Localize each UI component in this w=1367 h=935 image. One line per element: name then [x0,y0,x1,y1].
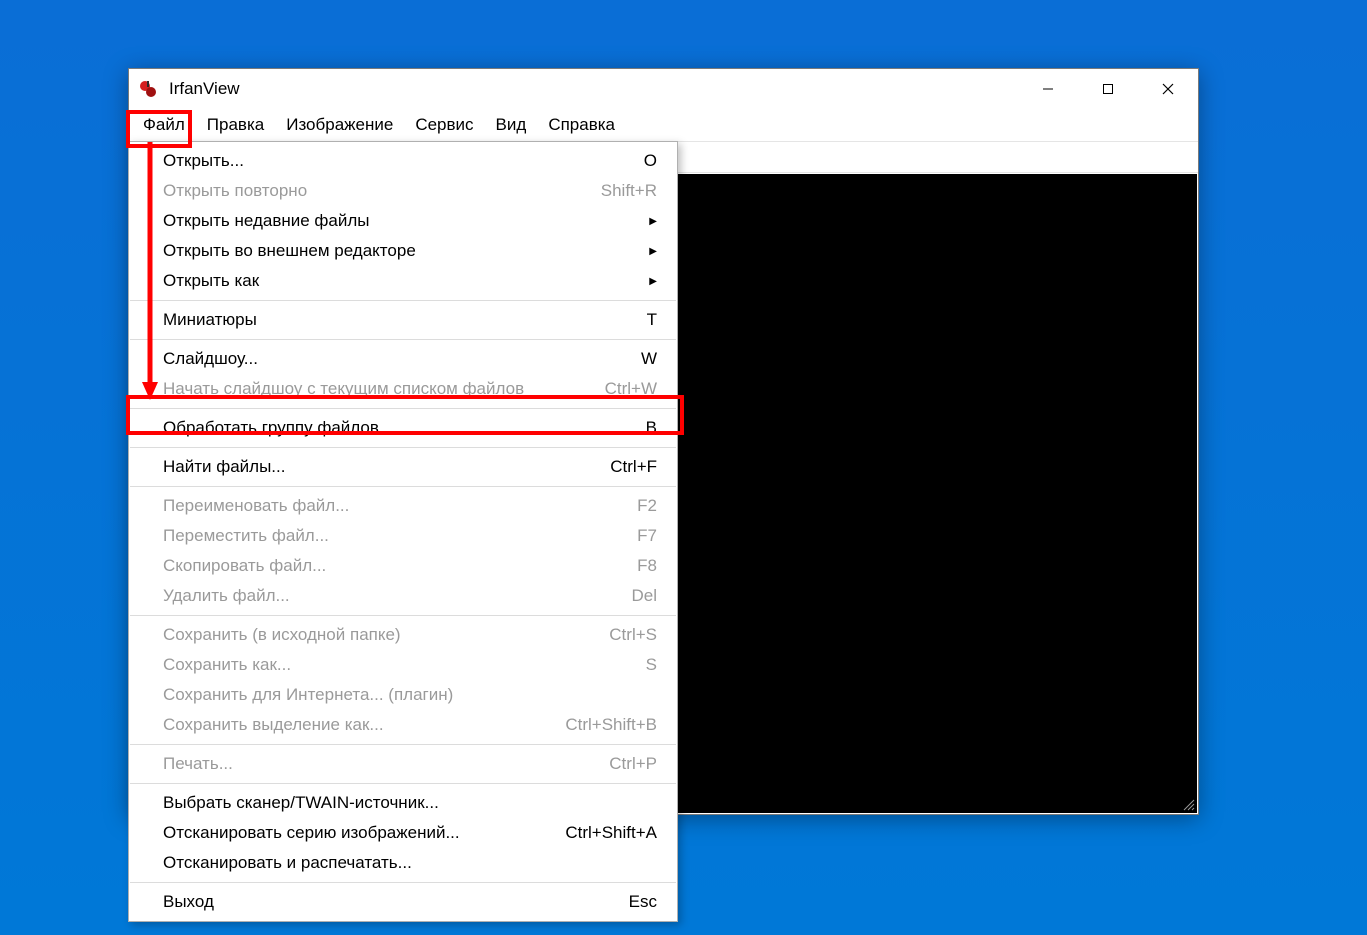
menu-item: Переместить файл... F7 [129,521,677,551]
menu-item-label: Открыть... [163,151,624,171]
menubar: Файл Правка Изображение Сервис Вид Справ… [129,109,1198,141]
menu-image[interactable]: Изображение [276,111,403,139]
menu-separator [130,339,676,340]
menu-item[interactable]: Отсканировать и распечатать... [129,848,677,878]
menu-item: Печать... Ctrl+P [129,749,677,779]
menu-item[interactable]: Выбрать сканер/TWAIN-источник... [129,788,677,818]
menu-item-shortcut: O [644,151,657,171]
menu-item[interactable]: Слайдшоу... W [129,344,677,374]
menu-item-shortcut: S [646,655,657,675]
menu-item-shortcut: Ctrl+S [609,625,657,645]
menu-item[interactable]: Отсканировать серию изображений... Ctrl+S… [129,818,677,848]
menu-item[interactable]: Открыть недавние файлы ▶ [129,206,677,236]
menu-separator [130,408,676,409]
menu-item-shortcut: T [647,310,657,330]
titlebar[interactable]: IrfanView [129,69,1198,109]
file-menu-dropdown: Открыть...OОткрыть повторноShift+RОткрыт… [128,141,678,922]
menu-item-label: Отсканировать серию изображений... [163,823,545,843]
menu-item-shortcut: Ctrl+F [610,457,657,477]
menu-separator [130,300,676,301]
menu-item: Сохранить как... S [129,650,677,680]
chevron-right-icon: ▶ [649,246,657,257]
menu-item: Открыть повторно Shift+R [129,176,677,206]
menu-item-shortcut: Ctrl+Shift+B [565,715,657,735]
menu-item-label: Начать слайдшоу с текущим списком файлов [163,379,585,399]
menu-item-label: Миниатюры [163,310,627,330]
maximize-button[interactable] [1078,69,1138,109]
menu-item-shortcut: Esc [629,892,657,912]
menu-file[interactable]: Файл [133,111,195,139]
menu-item-shortcut: Del [631,586,657,606]
menu-help[interactable]: Справка [538,111,625,139]
menu-separator [130,783,676,784]
menu-service[interactable]: Сервис [405,111,483,139]
menu-item-shortcut: Ctrl+P [609,754,657,774]
menu-separator [130,447,676,448]
close-button[interactable] [1138,69,1198,109]
menu-item-shortcut: Shift+R [601,181,657,201]
menu-item-shortcut: Ctrl+Shift+A [565,823,657,843]
menu-item-label: Выбрать сканер/TWAIN-источник... [163,793,657,813]
menu-item-label: Переместить файл... [163,526,617,546]
window-title: IrfanView [169,79,240,99]
menu-item-label: Открыть недавние файлы [163,211,629,231]
menu-item-label: Открыть повторно [163,181,581,201]
menu-item: Скопировать файл... F8 [129,551,677,581]
menu-item-shortcut: Ctrl+W [605,379,657,399]
menu-item-shortcut: F2 [637,496,657,516]
menu-item[interactable]: Найти файлы... Ctrl+F [129,452,677,482]
menu-item-label: Открыть как [163,271,629,291]
menu-edit[interactable]: Правка [197,111,274,139]
menu-item[interactable]: Открыть во внешнем редакторе ▶ [129,236,677,266]
menu-item[interactable]: Миниатюры T [129,305,677,335]
menu-separator [130,744,676,745]
menu-item-label: Слайдшоу... [163,349,621,369]
menu-item-label: Обработать группу файлов... [163,418,626,438]
minimize-button[interactable] [1018,69,1078,109]
menu-item: Начать слайдшоу с текущим списком файлов… [129,374,677,404]
menu-item-label: Переименовать файл... [163,496,617,516]
menu-item: Удалить файл... Del [129,581,677,611]
menu-item-shortcut: B [646,418,657,438]
menu-item-label: Сохранить выделение как... [163,715,545,735]
menu-item-shortcut: F8 [637,556,657,576]
menu-item-shortcut: F7 [637,526,657,546]
menu-item[interactable]: Обработать группу файлов... B [129,413,677,443]
menu-item: Сохранить для Интернета... (плагин) [129,680,677,710]
size-grip[interactable] [1181,797,1195,811]
menu-item-label: Отсканировать и распечатать... [163,853,657,873]
chevron-right-icon: ▶ [649,216,657,227]
menu-item-label: Сохранить для Интернета... (плагин) [163,685,657,705]
menu-item-label: Скопировать файл... [163,556,617,576]
menu-item: Сохранить (в исходной папке) Ctrl+S [129,620,677,650]
menu-item[interactable]: Выход Esc [129,887,677,917]
menu-separator [130,486,676,487]
menu-item-label: Открыть во внешнем редакторе [163,241,629,261]
app-icon [137,78,159,100]
menu-item-label: Выход [163,892,609,912]
menu-item-label: Сохранить (в исходной папке) [163,625,589,645]
window-controls [1018,69,1198,109]
menu-item: Переименовать файл... F2 [129,491,677,521]
menu-item[interactable]: Открыть как ▶ [129,266,677,296]
menu-item-label: Удалить файл... [163,586,611,606]
menu-item-label: Сохранить как... [163,655,626,675]
chevron-right-icon: ▶ [649,276,657,287]
menu-item-label: Найти файлы... [163,457,590,477]
menu-item: Сохранить выделение как... Ctrl+Shift+B [129,710,677,740]
menu-item-shortcut: W [641,349,657,369]
menu-view[interactable]: Вид [486,111,537,139]
menu-item[interactable]: Открыть... O [129,146,677,176]
menu-separator [130,882,676,883]
menu-separator [130,615,676,616]
menu-item-label: Печать... [163,754,589,774]
